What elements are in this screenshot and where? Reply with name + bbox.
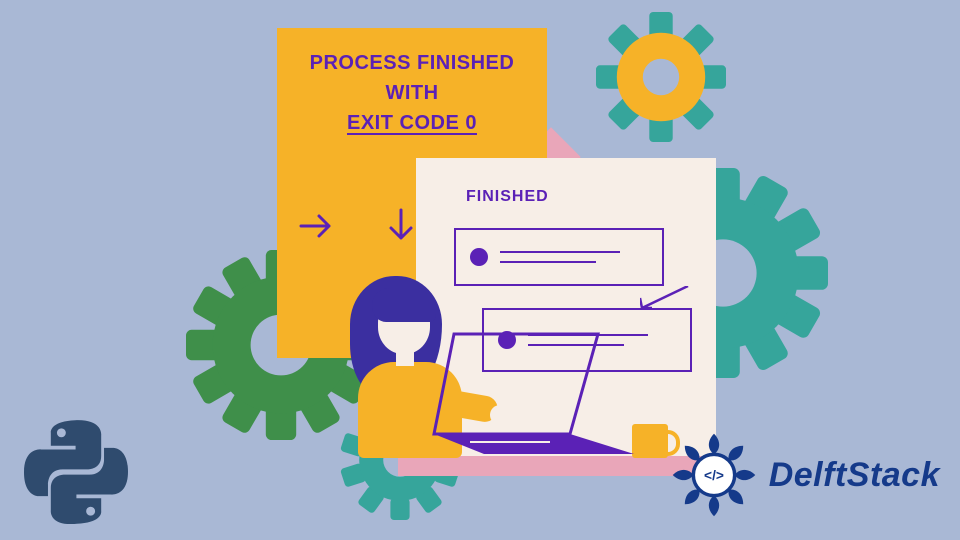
illustration-stage: PROCESS FINISHED WITH EXIT CODE 0 FINISH…	[0, 0, 960, 540]
delftstack-logo: </> DelftStack	[671, 432, 940, 518]
python-logo-icon	[24, 420, 128, 524]
mug-icon	[632, 424, 668, 458]
svg-text:</>: </>	[704, 468, 724, 483]
arrow-right-icon	[297, 206, 337, 246]
panel-label: FINISHED	[466, 188, 549, 206]
gear-icon	[596, 12, 726, 142]
headline-line-3: EXIT CODE 0	[289, 108, 535, 138]
connector-icon	[640, 286, 690, 310]
arrow-down-icon	[381, 206, 421, 246]
bullet-icon	[470, 248, 488, 266]
delftstack-badge-icon: </>	[671, 432, 757, 518]
headline-line-1: PROCESS FINISHED	[289, 48, 535, 78]
headline-line-2: WITH	[289, 78, 535, 108]
arrows-row	[297, 206, 421, 246]
text-lines-icon	[500, 248, 620, 266]
delftstack-wordmark: DelftStack	[769, 456, 940, 495]
laptop-icon	[430, 330, 634, 460]
